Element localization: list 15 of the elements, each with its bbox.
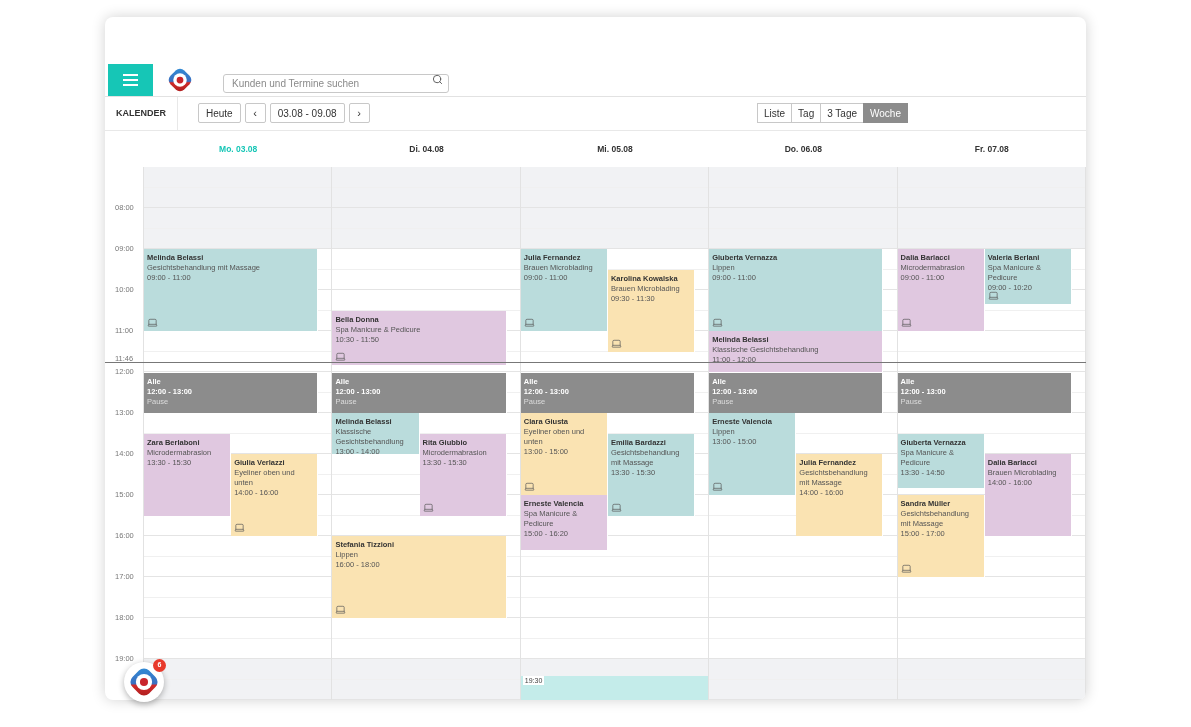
day-header: Do. 06.08 (783, 142, 824, 156)
day-header: Di. 04.08 (408, 142, 445, 156)
day-header: Mo. 03.08 (218, 142, 259, 156)
day-header: Fr. 07.08 (973, 142, 1010, 156)
view-tab[interactable]: 3 Tage (820, 103, 865, 124)
previous-button[interactable]: ‹ (244, 103, 266, 124)
view-tab[interactable]: Liste (756, 103, 793, 124)
section-title: KALENDER (116, 106, 166, 120)
day-header: Mi. 05.08 (596, 142, 634, 156)
date-range-button[interactable]: 03.08 - 09.08 (269, 103, 345, 124)
today-button[interactable]: Heute (198, 103, 241, 124)
view-tab[interactable]: Tag (791, 103, 822, 124)
next-button[interactable]: › (348, 103, 370, 124)
search-field[interactable]: Kunden und Termine suchen (223, 74, 449, 94)
search-icon[interactable] (432, 74, 443, 86)
